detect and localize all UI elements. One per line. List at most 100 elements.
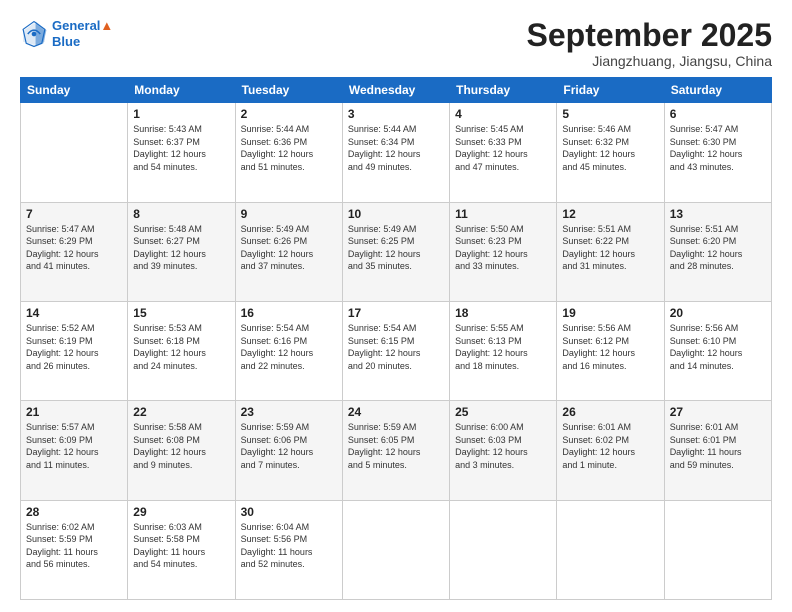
day-info: Sunrise: 6:02 AMSunset: 5:59 PMDaylight:…: [26, 521, 122, 571]
page: General▲ Blue September 2025 Jiangzhuang…: [0, 0, 792, 612]
location: Jiangzhuang, Jiangsu, China: [527, 53, 772, 69]
day-cell: 18 Sunrise: 5:55 AMSunset: 6:13 PMDayligh…: [450, 301, 557, 400]
day-cell: 24Sunrise: 5:59 AMSunset: 6:05 PMDayligh…: [342, 401, 449, 500]
week-row-1: 1 Sunrise: 5:43 AMSunset: 6:37 PMDaylight…: [21, 103, 772, 202]
day-info: Sunrise: 5:57 AMSunset: 6:09 PMDaylight:…: [26, 421, 122, 471]
day-number: 27: [670, 405, 766, 419]
day-cell: 1 Sunrise: 5:43 AMSunset: 6:37 PMDaylight…: [128, 103, 235, 202]
day-number: 8: [133, 207, 229, 221]
day-number: 6: [670, 107, 766, 121]
day-info: Sunrise: 5:50 AMSunset: 6:23 PMDaylight:…: [455, 223, 551, 273]
logo: General▲ Blue: [20, 18, 113, 49]
day-number: 22: [133, 405, 229, 419]
day-number: 25: [455, 405, 551, 419]
day-cell: 15Sunrise: 5:53 AMSunset: 6:18 PMDayligh…: [128, 301, 235, 400]
day-info: Sunrise: 5:54 AMSunset: 6:15 PMDaylight:…: [348, 322, 444, 372]
day-info: Sunrise: 5:56 AMSunset: 6:10 PMDaylight:…: [670, 322, 766, 372]
calendar-header-row: Sunday Monday Tuesday Wednesday Thursday…: [21, 78, 772, 103]
day-number: 23: [241, 405, 337, 419]
col-saturday: Saturday: [664, 78, 771, 103]
day-number: 3: [348, 107, 444, 121]
day-info: Sunrise: 5:43 AMSunset: 6:37 PMDaylight:…: [133, 123, 229, 173]
day-number: 30: [241, 505, 337, 519]
day-info: Sunrise: 5:45 AMSunset: 6:33 PMDaylight:…: [455, 123, 551, 173]
day-number: 1: [133, 107, 229, 121]
day-info: Sunrise: 5:56 AMSunset: 6:12 PMDaylight:…: [562, 322, 658, 372]
day-cell: [557, 500, 664, 599]
day-number: 11: [455, 207, 551, 221]
day-cell: [342, 500, 449, 599]
day-info: Sunrise: 5:55 AMSunset: 6:13 PMDaylight:…: [455, 322, 551, 372]
day-info: Sunrise: 5:59 AMSunset: 6:05 PMDaylight:…: [348, 421, 444, 471]
week-row-5: 28 Sunrise: 6:02 AMSunset: 5:59 PMDayligh…: [21, 500, 772, 599]
day-info: Sunrise: 5:49 AMSunset: 6:26 PMDaylight:…: [241, 223, 337, 273]
day-info: Sunrise: 6:01 AMSunset: 6:02 PMDaylight:…: [562, 421, 658, 471]
day-info: Sunrise: 5:59 AMSunset: 6:06 PMDaylight:…: [241, 421, 337, 471]
day-number: 26: [562, 405, 658, 419]
day-number: 13: [670, 207, 766, 221]
month-title: September 2025: [527, 18, 772, 53]
day-cell: 26 Sunrise: 6:01 AMSunset: 6:02 PMDayligh…: [557, 401, 664, 500]
day-cell: 19 Sunrise: 5:56 AMSunset: 6:12 PMDayligh…: [557, 301, 664, 400]
logo-line2: Blue: [52, 34, 113, 50]
day-info: Sunrise: 5:54 AMSunset: 6:16 PMDaylight:…: [241, 322, 337, 372]
day-cell: 6 Sunrise: 5:47 AMSunset: 6:30 PMDaylight…: [664, 103, 771, 202]
day-number: 21: [26, 405, 122, 419]
calendar: Sunday Monday Tuesday Wednesday Thursday…: [20, 77, 772, 600]
day-cell: 23 Sunrise: 5:59 AMSunset: 6:06 PMDayligh…: [235, 401, 342, 500]
col-sunday: Sunday: [21, 78, 128, 103]
day-number: 7: [26, 207, 122, 221]
col-friday: Friday: [557, 78, 664, 103]
day-cell: 7 Sunrise: 5:47 AMSunset: 6:29 PMDaylight…: [21, 202, 128, 301]
day-number: 28: [26, 505, 122, 519]
day-cell: [21, 103, 128, 202]
day-info: Sunrise: 6:03 AMSunset: 5:58 PMDaylight:…: [133, 521, 229, 571]
day-info: Sunrise: 6:01 AMSunset: 6:01 PMDaylight:…: [670, 421, 766, 471]
week-row-3: 14 Sunrise: 5:52 AMSunset: 6:19 PMDayligh…: [21, 301, 772, 400]
day-number: 14: [26, 306, 122, 320]
day-number: 29: [133, 505, 229, 519]
day-info: Sunrise: 5:44 AMSunset: 6:34 PMDaylight:…: [348, 123, 444, 173]
col-tuesday: Tuesday: [235, 78, 342, 103]
header: General▲ Blue September 2025 Jiangzhuang…: [20, 18, 772, 69]
week-row-4: 21 Sunrise: 5:57 AMSunset: 6:09 PMDayligh…: [21, 401, 772, 500]
day-cell: 8Sunrise: 5:48 AMSunset: 6:27 PMDaylight…: [128, 202, 235, 301]
day-info: Sunrise: 5:51 AMSunset: 6:22 PMDaylight:…: [562, 223, 658, 273]
day-cell: 2Sunrise: 5:44 AMSunset: 6:36 PMDaylight…: [235, 103, 342, 202]
day-info: Sunrise: 5:47 AMSunset: 6:29 PMDaylight:…: [26, 223, 122, 273]
day-info: Sunrise: 5:49 AMSunset: 6:25 PMDaylight:…: [348, 223, 444, 273]
day-number: 20: [670, 306, 766, 320]
day-number: 19: [562, 306, 658, 320]
day-number: 16: [241, 306, 337, 320]
logo-text: General▲ Blue: [52, 18, 113, 49]
day-info: Sunrise: 5:58 AMSunset: 6:08 PMDaylight:…: [133, 421, 229, 471]
day-info: Sunrise: 5:47 AMSunset: 6:30 PMDaylight:…: [670, 123, 766, 173]
day-cell: 14 Sunrise: 5:52 AMSunset: 6:19 PMDayligh…: [21, 301, 128, 400]
day-info: Sunrise: 6:00 AMSunset: 6:03 PMDaylight:…: [455, 421, 551, 471]
day-info: Sunrise: 6:04 AMSunset: 5:56 PMDaylight:…: [241, 521, 337, 571]
day-cell: 16 Sunrise: 5:54 AMSunset: 6:16 PMDayligh…: [235, 301, 342, 400]
title-block: September 2025 Jiangzhuang, Jiangsu, Chi…: [527, 18, 772, 69]
day-number: 10: [348, 207, 444, 221]
day-cell: 30 Sunrise: 6:04 AMSunset: 5:56 PMDayligh…: [235, 500, 342, 599]
day-cell: 17Sunrise: 5:54 AMSunset: 6:15 PMDayligh…: [342, 301, 449, 400]
day-cell: 4 Sunrise: 5:45 AMSunset: 6:33 PMDaylight…: [450, 103, 557, 202]
day-info: Sunrise: 5:52 AMSunset: 6:19 PMDaylight:…: [26, 322, 122, 372]
day-cell: 11 Sunrise: 5:50 AMSunset: 6:23 PMDayligh…: [450, 202, 557, 301]
day-cell: [450, 500, 557, 599]
day-number: 5: [562, 107, 658, 121]
day-cell: [664, 500, 771, 599]
day-number: 15: [133, 306, 229, 320]
day-number: 12: [562, 207, 658, 221]
day-cell: 12 Sunrise: 5:51 AMSunset: 6:22 PMDayligh…: [557, 202, 664, 301]
day-number: 18: [455, 306, 551, 320]
col-wednesday: Wednesday: [342, 78, 449, 103]
col-monday: Monday: [128, 78, 235, 103]
day-info: Sunrise: 5:44 AMSunset: 6:36 PMDaylight:…: [241, 123, 337, 173]
logo-line1: General: [52, 18, 100, 33]
day-cell: 27 Sunrise: 6:01 AMSunset: 6:01 PMDayligh…: [664, 401, 771, 500]
day-number: 9: [241, 207, 337, 221]
day-cell: 10 Sunrise: 5:49 AMSunset: 6:25 PMDayligh…: [342, 202, 449, 301]
day-number: 4: [455, 107, 551, 121]
day-cell: 25 Sunrise: 6:00 AMSunset: 6:03 PMDayligh…: [450, 401, 557, 500]
